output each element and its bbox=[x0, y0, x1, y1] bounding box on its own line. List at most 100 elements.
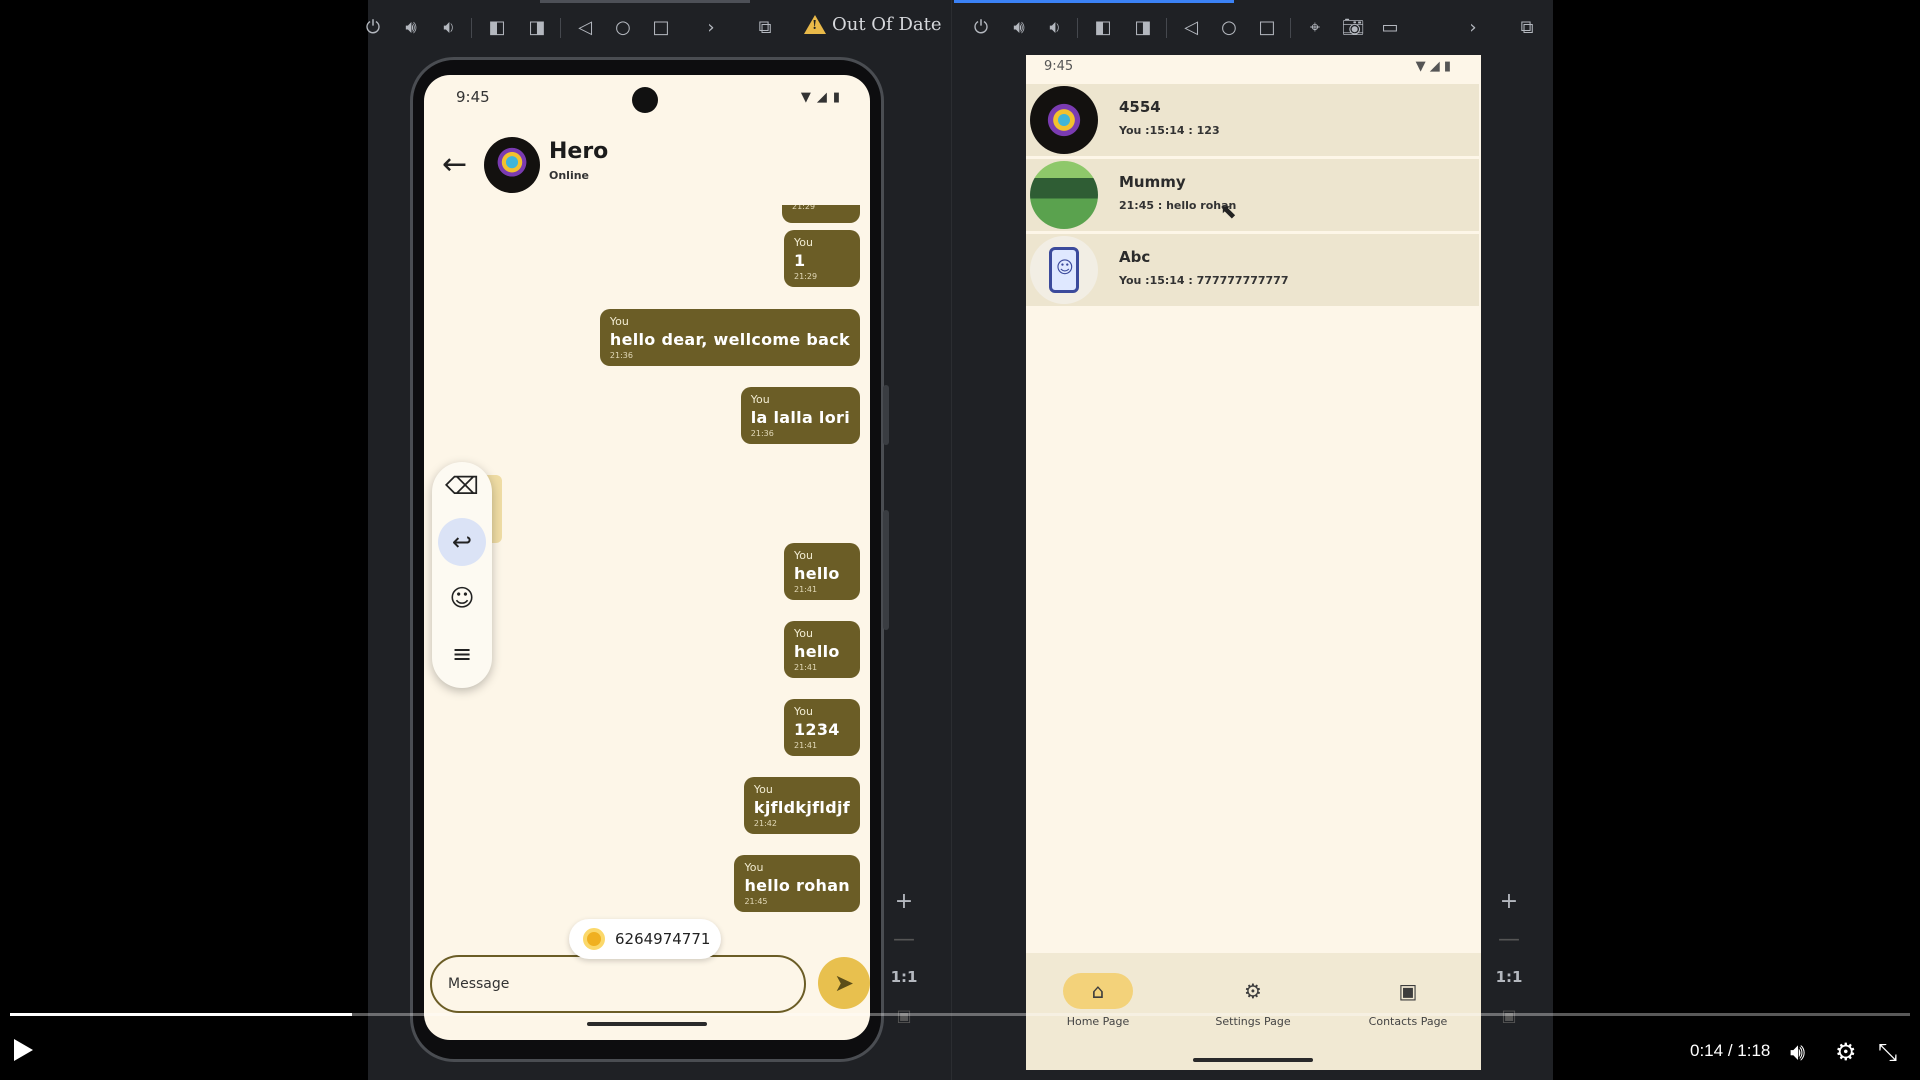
message-bubble[interactable]: You hello dear, wellcome back 21:36 bbox=[599, 309, 860, 366]
menu-icon[interactable]: ≡ bbox=[438, 630, 486, 678]
video-time: 0:14 / 1:18 bbox=[1690, 1041, 1770, 1061]
zoom-controls: + — 1:1 ▣ bbox=[887, 882, 921, 1034]
message-text: hello dear, wellcome back bbox=[609, 330, 850, 349]
gear-icon[interactable]: ⚙ bbox=[1835, 1038, 1857, 1066]
toolbar-divider bbox=[1290, 18, 1291, 38]
status-icons: ▼ ◢ ▮ bbox=[801, 88, 840, 106]
message-text: 1234 bbox=[794, 720, 840, 739]
contacts-icon: ▣ bbox=[1398, 979, 1418, 1003]
power-icon[interactable]: ⏻ bbox=[360, 14, 386, 40]
message-sender: You bbox=[794, 705, 813, 718]
message-sender: You bbox=[609, 315, 629, 328]
home-icon[interactable]: ○ bbox=[1216, 14, 1242, 40]
backspace-icon[interactable]: ⌫ bbox=[438, 462, 486, 510]
back-arrow-icon[interactable]: ← bbox=[442, 147, 467, 182]
out-of-date-warning[interactable]: Out Of Date bbox=[804, 14, 942, 35]
chat-header: ← Hero Online bbox=[424, 125, 870, 205]
rotate-left-icon[interactable]: ◧ bbox=[1090, 14, 1116, 40]
back-icon[interactable]: ◁ bbox=[1178, 14, 1204, 40]
message-sender: You bbox=[753, 783, 773, 796]
chat-screen: 9:45 ▼ ◢ ▮ ← Hero Online 122222 21:29 Yo… bbox=[424, 75, 870, 1040]
volume-up-icon[interactable]: 🔊︎ bbox=[398, 14, 424, 40]
rotate-right-icon[interactable]: ◨ bbox=[524, 14, 550, 40]
enter-icon[interactable]: ↩ bbox=[438, 518, 486, 566]
location-icon[interactable]: ⌖ bbox=[1302, 14, 1328, 40]
zoom-ratio-label[interactable]: 1:1 bbox=[1496, 958, 1523, 996]
video-progress-fill bbox=[10, 1013, 352, 1016]
zoom-in-icon[interactable]: + bbox=[1500, 882, 1518, 920]
overview-icon[interactable]: □ bbox=[648, 14, 674, 40]
gesture-bar[interactable] bbox=[1193, 1058, 1313, 1062]
zoom-ratio-label[interactable]: 1:1 bbox=[891, 958, 918, 996]
message-text: hello rohan bbox=[744, 876, 850, 895]
avatar bbox=[1030, 161, 1098, 229]
more-icon[interactable]: › bbox=[698, 14, 724, 40]
more-icon[interactable]: › bbox=[1460, 14, 1486, 40]
home-icon: ⌂ bbox=[1063, 973, 1133, 1009]
screenshot-zoom-icon[interactable]: ⧉ bbox=[752, 14, 778, 40]
gesture-bar[interactable] bbox=[587, 1022, 707, 1026]
nav-contacts[interactable]: ▣ Contacts Page bbox=[1348, 973, 1468, 1028]
message-text: kjfldkjfldjf bbox=[753, 798, 850, 817]
message-bubble[interactable]: You 1 21:29 bbox=[784, 230, 860, 287]
signal-icon: ◢ bbox=[816, 89, 827, 105]
contact-name: 4554 bbox=[1119, 98, 1161, 116]
battery-icon: ▮ bbox=[832, 89, 840, 105]
exit-fullscreen-icon[interactable]: ⤡ bbox=[1878, 1038, 1897, 1066]
emoji-icon[interactable]: ☺ bbox=[438, 574, 486, 622]
zoom-out-icon[interactable]: — bbox=[893, 920, 915, 958]
bottom-navigation: ⌂ Home Page ⚙ Settings Page ▣ Contacts P… bbox=[1026, 953, 1481, 1070]
status-time: 9:45 bbox=[456, 88, 490, 106]
message-input[interactable]: Message bbox=[430, 955, 806, 1013]
contact-name: Mummy bbox=[1119, 173, 1186, 191]
message-bubble[interactable]: You la lalla lori 21:36 bbox=[740, 387, 860, 444]
send-button[interactable]: ➤ bbox=[818, 957, 870, 1009]
play-icon[interactable] bbox=[14, 1039, 33, 1061]
volume-down-icon[interactable]: 🔉︎ bbox=[1042, 14, 1068, 40]
volume-down-icon[interactable]: 🔉︎ bbox=[436, 14, 462, 40]
message-bubble[interactable]: You hello rohan 21:45 bbox=[734, 855, 860, 912]
contacts-screen: 9:45 ▼ ◢ ▮ 4554 You :15:14 : 123 Mummy 2… bbox=[1026, 55, 1481, 1070]
status-icons: ▼ ◢ ▮ bbox=[1415, 59, 1451, 74]
toolbar-divider bbox=[560, 18, 561, 38]
power-icon[interactable]: ⏻ bbox=[968, 14, 994, 40]
message-bubble[interactable]: You hello 21:41 bbox=[784, 543, 860, 600]
nav-label: Settings Page bbox=[1215, 1015, 1291, 1028]
screenshot-zoom-icon[interactable]: ⧉ bbox=[1514, 14, 1540, 40]
volume-up-icon[interactable]: 🔊︎ bbox=[1006, 14, 1032, 40]
clipboard-app-icon bbox=[583, 928, 605, 950]
message-bubble[interactable]: You hello 21:41 bbox=[784, 621, 860, 678]
nav-home[interactable]: ⌂ Home Page bbox=[1038, 973, 1158, 1028]
message-bubble[interactable]: You 1234 21:41 bbox=[784, 699, 860, 756]
wifi-icon: ▼ bbox=[800, 89, 811, 105]
message-bubble[interactable]: You kjfldkjfldjf 21:42 bbox=[743, 777, 860, 834]
avatar bbox=[1030, 236, 1098, 304]
message-sender: You bbox=[794, 236, 813, 249]
contact-name: Abc bbox=[1119, 248, 1151, 266]
avatar[interactable] bbox=[484, 137, 540, 193]
message-time: 21:41 bbox=[794, 585, 818, 594]
video-icon[interactable]: ▭ bbox=[1377, 14, 1403, 40]
message-time: 21:41 bbox=[794, 663, 818, 672]
contact-row[interactable]: Abc You :15:14 : 777777777777 bbox=[1026, 234, 1479, 306]
contact-row[interactable]: Mummy 21:45 : hello rohan ⬉ bbox=[1026, 159, 1479, 231]
clipboard-suggestion[interactable]: 6264974771 bbox=[569, 919, 721, 959]
volume-icon[interactable]: 🔊︎ bbox=[1790, 1038, 1805, 1066]
message-time: 21:36 bbox=[609, 351, 633, 360]
message-sender: You bbox=[744, 861, 764, 874]
nav-settings[interactable]: ⚙ Settings Page bbox=[1193, 973, 1313, 1028]
warning-icon bbox=[804, 15, 826, 34]
contact-row[interactable]: 4554 You :15:14 : 123 bbox=[1026, 84, 1479, 156]
rotate-left-icon[interactable]: ◧ bbox=[484, 14, 510, 40]
zoom-out-icon[interactable]: — bbox=[1498, 920, 1520, 958]
clipboard-text: 6264974771 bbox=[615, 930, 711, 948]
current-time: 0:14 bbox=[1690, 1041, 1724, 1060]
zoom-in-icon[interactable]: + bbox=[895, 882, 913, 920]
home-icon[interactable]: ○ bbox=[610, 14, 636, 40]
warning-text: Out Of Date bbox=[832, 14, 942, 35]
rotate-right-icon[interactable]: ◨ bbox=[1130, 14, 1156, 40]
video-progress-bar[interactable] bbox=[10, 1013, 1910, 1016]
back-icon[interactable]: ◁ bbox=[572, 14, 598, 40]
camera-icon[interactable]: 📷︎ bbox=[1340, 14, 1366, 40]
overview-icon[interactable]: □ bbox=[1254, 14, 1280, 40]
